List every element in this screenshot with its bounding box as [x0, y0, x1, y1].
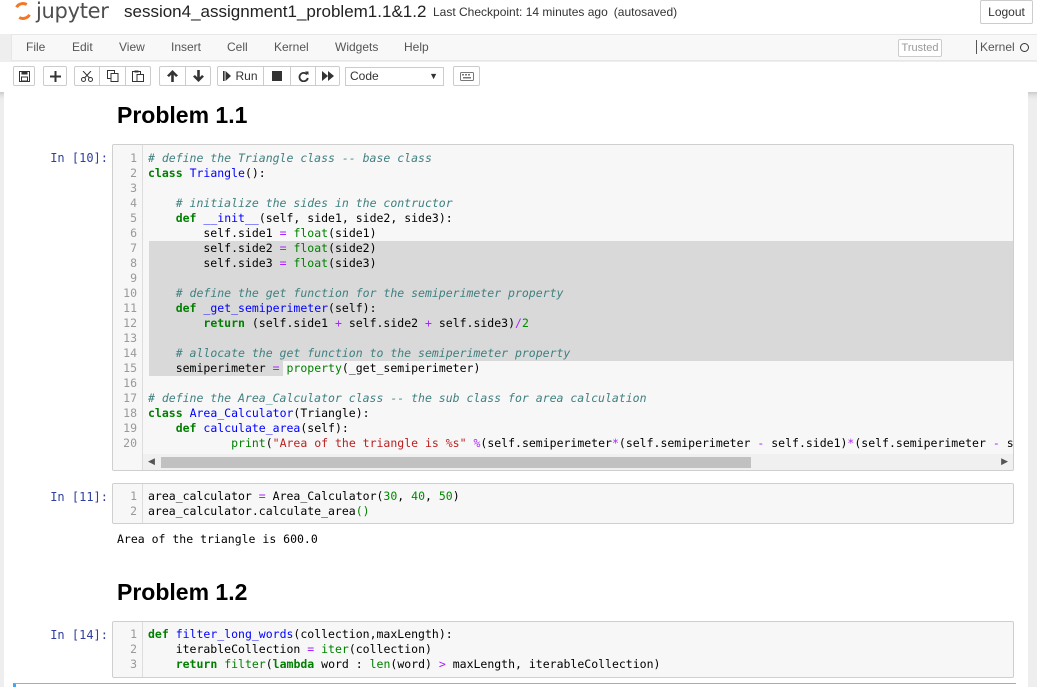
- run-label: Run: [235, 69, 258, 83]
- code-line: 11 def _get_semiperimeter(self):: [123, 301, 377, 315]
- code-line: 2 class Triangle():: [130, 166, 266, 180]
- code-line: 19 def calculate_area(self):: [123, 421, 349, 435]
- menu-kernel[interactable]: Kernel: [274, 40, 309, 54]
- redo-icon: [298, 71, 309, 82]
- menubar: File Edit View Insert Cell Kernel Widget…: [11, 34, 1037, 61]
- jupyter-logo-icon: [11, 0, 35, 23]
- move-up-button[interactable]: [159, 66, 185, 86]
- autosave-status: (autosaved): [613, 5, 678, 19]
- kernel-indicator: Kernel: [976, 40, 1029, 54]
- toolbar: Run Code ▼: [0, 62, 1037, 92]
- menu-view[interactable]: View: [119, 40, 145, 54]
- cell-output: Area of the triangle is 600.0: [117, 532, 318, 546]
- kernel-idle-icon: [1019, 43, 1029, 52]
- menu-help[interactable]: Help: [404, 40, 429, 54]
- cell-prompt: In [11]:: [50, 490, 108, 504]
- code-line: 7 self.side2 = float(side2): [130, 241, 377, 255]
- notebook-page: Problem 1.1 In [10]: 1 # define the Trian…: [4, 92, 1028, 687]
- cell-prompt: In [14]:: [50, 628, 108, 642]
- code-line: 20 print("Area of the triangle is %s" %(…: [123, 436, 1014, 450]
- insert-cell-button[interactable]: [43, 66, 67, 86]
- chevron-down-icon: ▼: [429, 71, 438, 81]
- horizontal-scrollbar[interactable]: ◀ ▶: [143, 454, 1013, 470]
- arrow-up-icon: [167, 70, 178, 82]
- code-line: 4 # initialize the sides in the contruct…: [130, 196, 453, 210]
- checkpoint-status: Last Checkpoint: 14 minutes ago (autosave…: [433, 5, 677, 19]
- code-cell-editor[interactable]: 1 def filter_long_words(collection,maxLen…: [112, 621, 1014, 678]
- code-line: 1 area_calculator = Area_Calculator(30, 4…: [130, 489, 460, 503]
- paste-button[interactable]: [125, 66, 151, 86]
- code-line: 8 self.side3 = float(side3): [130, 256, 377, 270]
- keyboard-icon: [459, 71, 474, 81]
- plus-icon: [49, 70, 61, 82]
- code-line: 3 return filter(lambda word : len(word) …: [130, 657, 661, 671]
- menu-file[interactable]: File: [26, 40, 45, 54]
- code-line: 16: [123, 376, 137, 390]
- step-forward-icon: [223, 71, 232, 81]
- code-line: 1 def filter_long_words(collection,maxLen…: [130, 627, 453, 641]
- code-line: 14 # allocate the get function to the se…: [123, 346, 571, 360]
- cut-button[interactable]: [74, 66, 99, 86]
- code-line: 15 semiperimeter = property(_get_semiper…: [123, 361, 481, 375]
- arrow-down-icon: [192, 70, 204, 82]
- header: jupyter session4_assignment1_problem1.1&…: [0, 0, 1037, 34]
- floppy-disk-icon: [18, 70, 30, 82]
- code-line: 13: [123, 331, 137, 345]
- move-down-button[interactable]: [185, 66, 211, 86]
- code-line: 12 return (self.side1 + self.side2 + sel…: [123, 316, 529, 330]
- code-line: 17 # define the Area_Calculator class -- …: [123, 391, 647, 405]
- markdown-heading-problem-1-1: Problem 1.1: [117, 102, 248, 128]
- scroll-right-icon[interactable]: ▶: [1001, 456, 1008, 467]
- restart-button[interactable]: [290, 66, 315, 86]
- jupyter-logo-text: jupyter: [36, 0, 109, 23]
- run-button[interactable]: Run: [217, 66, 263, 86]
- code-line: 3: [130, 181, 137, 195]
- copy-icon: [106, 70, 118, 82]
- checkpoint-text: Last Checkpoint: 14 minutes ago: [433, 5, 608, 19]
- menu-cell[interactable]: Cell: [227, 40, 248, 54]
- code-cell-editor[interactable]: 1 # define the Triangle class -- base cla…: [112, 144, 1014, 471]
- notebook-title[interactable]: session4_assignment1_problem1.1&1.2: [124, 2, 426, 22]
- jupyter-logo[interactable]: jupyter: [11, 0, 109, 24]
- code-line: 1 # define the Triangle class -- base cla…: [130, 151, 432, 165]
- menu-edit[interactable]: Edit: [72, 40, 93, 54]
- code-line: 10 # define the get function for the sem…: [123, 286, 564, 300]
- logout-button[interactable]: Logout: [980, 0, 1033, 24]
- markdown-heading-problem-1-2: Problem 1.2: [117, 579, 248, 605]
- menu-insert[interactable]: Insert: [171, 40, 201, 54]
- code-line: 6 self.side1 = float(side1): [130, 226, 377, 240]
- stop-icon: [272, 71, 282, 81]
- command-palette-button[interactable]: [453, 66, 480, 86]
- notebook-container: Problem 1.1 In [10]: 1 # define the Trian…: [0, 92, 1037, 687]
- code-line: 2 area_calculator.calculate_area(): [130, 504, 370, 518]
- cell-type-value: Code: [350, 69, 379, 83]
- cell-prompt: In [10]:: [50, 151, 108, 165]
- scroll-left-icon[interactable]: ◀: [148, 456, 155, 467]
- selected-cell-edge: [13, 683, 1016, 687]
- scrollbar-thumb[interactable]: [161, 457, 751, 468]
- restart-run-all-button[interactable]: [315, 66, 340, 86]
- paste-icon: [132, 70, 144, 82]
- code-line: 2 iterableCollection = iter(collection): [130, 642, 432, 656]
- code-line: 18 class Area_Calculator(Triangle):: [123, 406, 370, 420]
- fast-forward-icon: [321, 71, 334, 81]
- menu-widgets[interactable]: Widgets: [335, 40, 378, 54]
- save-button[interactable]: [13, 66, 35, 86]
- cell-type-select[interactable]: Code ▼: [345, 67, 444, 86]
- code-line: 5 def __init__(self, side1, side2, side3…: [130, 211, 453, 225]
- scissors-icon: [81, 70, 93, 82]
- trusted-indicator[interactable]: Trusted: [898, 39, 942, 57]
- interrupt-button[interactable]: [263, 66, 290, 86]
- copy-button[interactable]: [99, 66, 125, 86]
- kernel-name: Kernel: [980, 40, 1015, 54]
- code-line: 9: [130, 271, 137, 285]
- code-cell-editor[interactable]: 1 area_calculator = Area_Calculator(30, 4…: [112, 483, 1014, 524]
